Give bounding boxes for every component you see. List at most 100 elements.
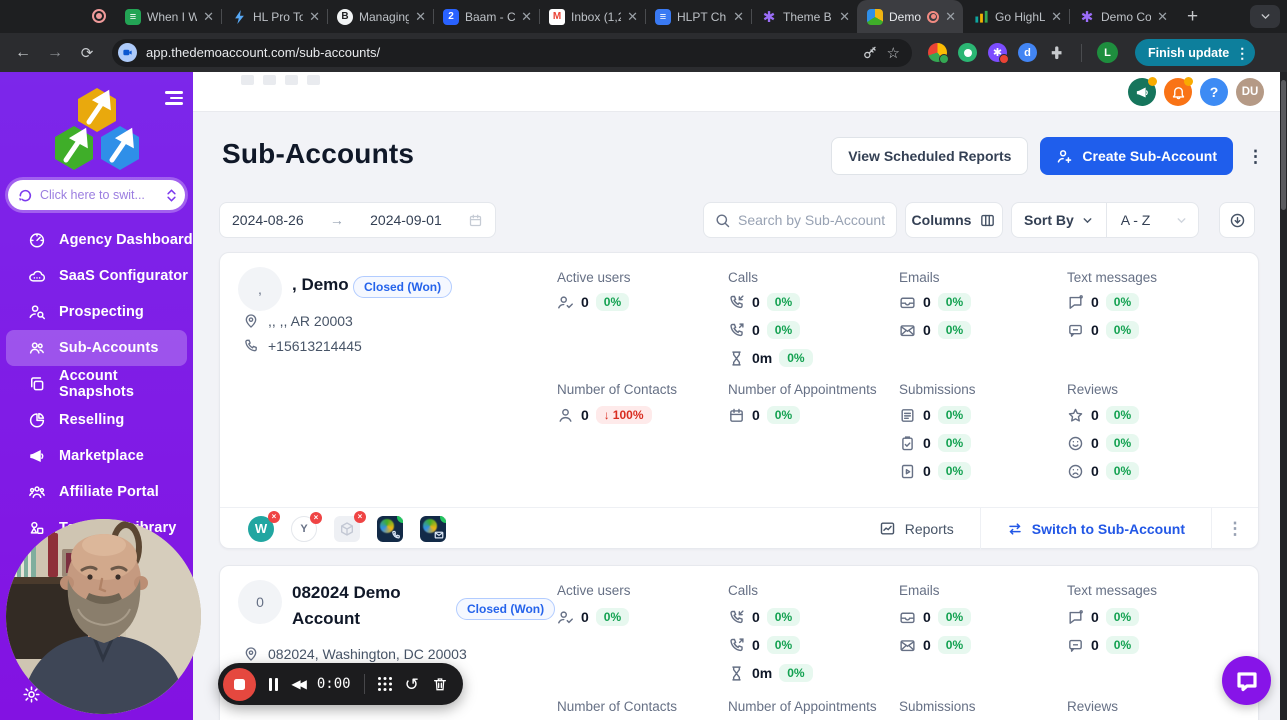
export-button[interactable] (1219, 202, 1255, 238)
view-scheduled-reports-button[interactable]: View Scheduled Reports (831, 137, 1029, 175)
sidebar-item-reselling[interactable]: Reselling (0, 402, 193, 438)
user-avatar[interactable]: DU (1236, 78, 1264, 106)
tab-close-icon[interactable]: ✕ (1157, 10, 1168, 23)
page-scrollbar[interactable] (1280, 72, 1287, 720)
recording-indicator-icon (92, 9, 106, 23)
chrome-menu-icon[interactable]: ⋮ (1235, 46, 1249, 60)
reports-button[interactable]: Reports (853, 520, 980, 537)
gauge-icon (28, 231, 46, 249)
tab-baam[interactable]: 2 Baam - C ✕ (433, 0, 539, 33)
screen-recorder-toolbar: ◀◀ 0:00 ↺ (218, 663, 463, 705)
tab-close-icon[interactable]: ✕ (839, 10, 850, 23)
metric-label: Submissions (899, 699, 976, 714)
tab-hlpt[interactable]: ≡ HLPT Ch ✕ (645, 0, 751, 33)
webcam-overlay[interactable] (6, 519, 201, 714)
cube-integration-icon[interactable]: × (334, 510, 366, 542)
sidebar-item-marketplace[interactable]: Marketplace (0, 438, 193, 474)
map-pin-icon (243, 646, 259, 662)
card-more-menu[interactable]: ⋮ (1212, 520, 1258, 537)
sub-account-card: , , Demo Closed (Won) ,, ,, AR 20003 +15… (219, 252, 1259, 550)
tab-close-icon[interactable]: ✕ (415, 10, 426, 23)
finish-update-button[interactable]: Finish update ⋮ (1135, 39, 1256, 66)
bookmark-star-icon[interactable]: ☆ (887, 44, 900, 62)
sort-by-button[interactable]: Sort By (1012, 203, 1107, 237)
pause-recording-button[interactable] (269, 677, 279, 691)
extension-icon-3[interactable]: ✱ (988, 43, 1009, 64)
stop-recording-button[interactable] (223, 667, 256, 701)
tools-grid-icon[interactable] (377, 677, 392, 691)
metric-row: 0 0% (728, 634, 801, 656)
wordpress-integration-icon[interactable]: W × (248, 510, 280, 542)
passwords-key-icon[interactable] (862, 45, 878, 61)
forward-button[interactable]: → (42, 44, 68, 62)
date-end[interactable]: 2024-09-01 (370, 212, 442, 228)
help-button[interactable]: ? (1200, 78, 1228, 106)
search-icon (714, 212, 731, 229)
sub-account-name[interactable]: , Demo (292, 275, 349, 295)
extension-icon-2[interactable] (958, 43, 977, 62)
extension-icon-1[interactable] (928, 43, 949, 64)
columns-button[interactable]: Columns (905, 202, 1003, 238)
error-badge: × (268, 510, 280, 523)
doc-favicon: ≡ (655, 8, 671, 25)
screenshot-root: ≡ When I W ✕ HL Pro To ✕ B Managing ✕ 2 Baam -… (0, 0, 1287, 720)
new-tab-button[interactable]: + (1187, 7, 1198, 26)
sub-account-name[interactable]: 082024 Demo Account (292, 580, 410, 633)
delete-recording-button[interactable] (432, 676, 448, 692)
tab-demo-co[interactable]: ✱ Demo Co ✕ (1069, 0, 1175, 33)
app-email-integration-icon[interactable]: ✓ (420, 515, 446, 542)
columns-icon (979, 212, 996, 229)
reload-button[interactable]: ⟳ (74, 44, 100, 62)
tab-managing[interactable]: B Managing ✕ (327, 0, 433, 33)
header-more-menu[interactable]: ⋮ (1247, 148, 1264, 165)
scrollbar-thumb[interactable] (1281, 80, 1286, 210)
metric-row: 0 0% (1067, 432, 1140, 454)
browser-profile-avatar[interactable]: L (1097, 42, 1118, 63)
tab-theme-builder[interactable]: ✱ Theme B ✕ (751, 0, 857, 33)
switch-to-sub-account-button[interactable]: Switch to Sub-Account (981, 521, 1211, 537)
metric-label: Active users (557, 270, 631, 285)
notifications-button[interactable] (1164, 77, 1193, 106)
chat-widget-button[interactable] (1222, 656, 1271, 705)
extension-icon-4[interactable]: d (1018, 43, 1037, 62)
tab-gohighlevel[interactable]: Go HighL ✕ (963, 0, 1069, 33)
metric-label: Submissions (899, 382, 976, 397)
tab-close-icon[interactable]: ✕ (627, 10, 638, 23)
metric-label: Number of Contacts (557, 699, 678, 714)
tab-close-icon[interactable]: ✕ (203, 10, 214, 23)
sidebar-item-saas-configurator[interactable]: SaaS Configurator (0, 258, 193, 294)
account-switcher[interactable]: Click here to swit... (8, 180, 185, 210)
search-input[interactable] (738, 212, 886, 228)
sidebar-item-sub-accounts[interactable]: Sub-Accounts (6, 330, 187, 366)
tab-when-i-work[interactable]: ≡ When I W ✕ (115, 0, 221, 33)
restart-recording-button[interactable]: ↺ (405, 676, 419, 693)
extensions-puzzle-icon[interactable] (1048, 44, 1066, 62)
address-bar[interactable]: app.thedemoaccount.com/sub-accounts/ ☆ (112, 38, 912, 67)
tab-overflow-button[interactable] (1250, 5, 1280, 28)
yext-integration-icon[interactable]: Y × (291, 511, 322, 542)
rewind-button[interactable]: ◀◀ (291, 677, 307, 691)
tab-demo-active[interactable]: Demo ✕ (857, 0, 963, 33)
sidebar-item-affiliate-portal[interactable]: Affiliate Portal (0, 474, 193, 510)
sidebar-item-prospecting[interactable]: Prospecting (0, 294, 193, 330)
sort-order-select[interactable]: A - Z (1107, 212, 1198, 228)
app-phone-integration-icon[interactable]: ✓ (377, 515, 403, 542)
wheniwork-favicon: ≡ (125, 8, 141, 25)
tab-hl-pro-tools[interactable]: HL Pro To ✕ (221, 0, 327, 33)
announcements-button[interactable] (1128, 77, 1157, 106)
sidebar-item-account-snapshots[interactable]: Account Snapshots (0, 366, 193, 402)
phone-row: +15613214445 (243, 338, 362, 354)
tab-close-icon[interactable]: ✕ (733, 10, 744, 23)
sub-account-search[interactable] (703, 202, 897, 238)
tab-close-icon[interactable]: ✕ (309, 10, 320, 23)
tab-inbox[interactable]: M Inbox (1,2 ✕ (539, 0, 645, 33)
tab-close-icon[interactable]: ✕ (521, 10, 532, 23)
tab-close-icon[interactable]: ✕ (945, 10, 956, 23)
tab-close-icon[interactable]: ✕ (1051, 10, 1062, 23)
date-range-picker[interactable]: 2024-08-26 → 2024-09-01 (219, 202, 496, 238)
create-sub-account-button[interactable]: Create Sub-Account (1040, 137, 1233, 175)
sidebar-item-agency-dashboard[interactable]: Agency Dashboard (0, 222, 193, 258)
back-button[interactable]: ← (10, 44, 36, 62)
date-start[interactable]: 2024-08-26 (232, 212, 304, 228)
sidebar-collapse-icon[interactable] (165, 88, 183, 108)
